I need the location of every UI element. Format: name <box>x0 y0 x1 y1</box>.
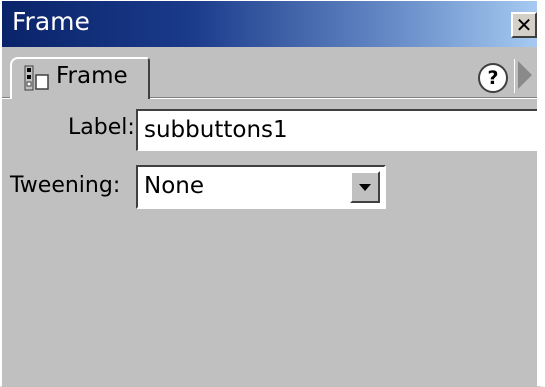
label-input[interactable]: subbuttons1 <box>136 109 537 151</box>
toolbar-divider <box>514 59 515 93</box>
tweening-field-label: Tweening: <box>10 173 121 198</box>
tab-frame[interactable]: Frame <box>10 57 150 99</box>
chevron-down-icon <box>359 184 371 191</box>
label-field-label: Label: <box>68 115 135 140</box>
help-icon: ? <box>487 67 499 89</box>
expand-arrow-icon[interactable] <box>518 61 532 89</box>
panel-title: Frame <box>12 7 90 36</box>
tweening-selected-value: None <box>144 173 205 199</box>
tweening-select[interactable]: None <box>136 165 386 209</box>
tweening-dropdown-button[interactable] <box>350 171 380 203</box>
help-button[interactable]: ? <box>478 63 508 93</box>
tab-frame-label: Frame <box>56 63 128 89</box>
panel-title-bar[interactable]: Frame ✕ <box>2 1 537 47</box>
frame-panel: Frame ✕ Frame ? Label: subbuttons1 Tween… <box>0 0 545 387</box>
close-button[interactable]: ✕ <box>511 12 537 38</box>
frame-properties-icon <box>24 65 49 91</box>
close-icon: ✕ <box>515 13 533 37</box>
